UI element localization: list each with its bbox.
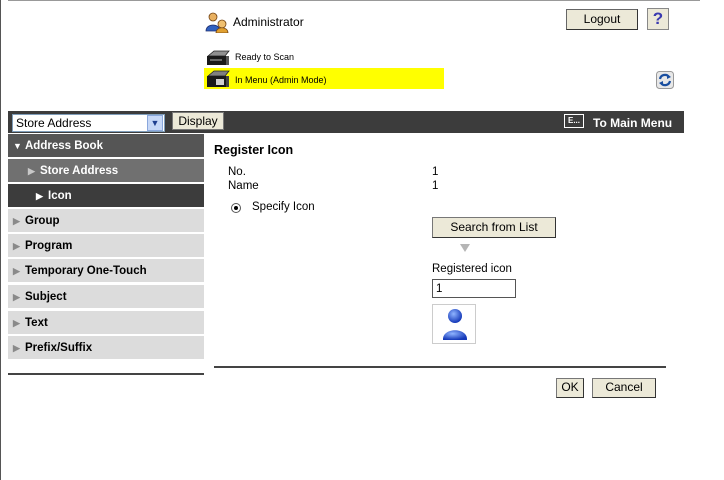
ok-button[interactable]: OK bbox=[556, 378, 584, 398]
sidebar-item-label: Text bbox=[25, 317, 48, 329]
sidebar-item-label: Subject bbox=[25, 291, 67, 303]
registered-icon-input[interactable] bbox=[432, 279, 516, 298]
sidebar-item-label: Address Book bbox=[25, 140, 103, 152]
sidebar-item-temporary-one-touch[interactable]: ▶ Temporary One-Touch bbox=[8, 259, 204, 283]
page-left-border bbox=[0, 0, 1, 480]
sidebar-item-label: Group bbox=[25, 215, 60, 227]
sidebar-item-label: Program bbox=[25, 240, 73, 252]
triangle-right-icon: ▶ bbox=[13, 216, 20, 226]
chevron-down-icon[interactable]: ▼ bbox=[147, 115, 163, 131]
sidebar-item-label: Store Address bbox=[40, 165, 119, 177]
triangle-right-icon: ▶ bbox=[13, 318, 20, 328]
triangle-right-icon: ▶ bbox=[13, 266, 20, 276]
sidebar-item-icon[interactable]: ▶ Icon bbox=[8, 184, 204, 208]
no-value: 1 bbox=[432, 166, 439, 178]
status-admin-text: In Menu (Admin Mode) bbox=[235, 75, 327, 85]
triangle-right-icon: ▶ bbox=[36, 191, 43, 201]
cancel-button[interactable]: Cancel bbox=[592, 378, 656, 398]
sidebar-item-subject[interactable]: ▶ Subject bbox=[8, 285, 204, 309]
sidebar-item-program[interactable]: ▶ Program bbox=[8, 234, 204, 258]
sidebar-divider bbox=[8, 373, 204, 375]
specify-icon-label: Specify Icon bbox=[252, 201, 315, 213]
sidebar-item-store-address[interactable]: ▶ Store Address bbox=[8, 159, 204, 183]
main-menu-icon[interactable]: E... bbox=[564, 114, 584, 128]
refresh-icon[interactable] bbox=[656, 71, 674, 89]
device-menu-icon bbox=[205, 69, 231, 89]
help-button[interactable]: ? bbox=[647, 8, 669, 30]
display-button[interactable]: Display bbox=[172, 112, 224, 130]
status-ready-text: Ready to Scan bbox=[235, 52, 295, 62]
sidebar-item-label: Prefix/Suffix bbox=[25, 342, 93, 354]
to-main-menu-link[interactable]: To Main Menu bbox=[593, 116, 672, 130]
person-icon bbox=[441, 307, 469, 341]
sidebar-item-label: Temporary One-Touch bbox=[25, 265, 147, 277]
triangle-right-icon: ▶ bbox=[13, 343, 20, 353]
no-label: No. bbox=[228, 166, 246, 178]
radio-selected-dot bbox=[234, 206, 238, 210]
triangle-down-icon: ▼ bbox=[13, 141, 22, 151]
triangle-right-icon: ▶ bbox=[28, 166, 35, 176]
arrow-down-icon bbox=[460, 244, 470, 252]
function-select[interactable]: Store Address bbox=[12, 114, 165, 132]
page-title: Register Icon bbox=[214, 143, 294, 157]
triangle-right-icon: ▶ bbox=[13, 241, 20, 251]
administrator-icon bbox=[205, 11, 229, 34]
logout-button[interactable]: Logout bbox=[566, 9, 638, 30]
search-from-list-button[interactable]: Search from List bbox=[432, 217, 556, 238]
registered-icon-label: Registered icon bbox=[432, 263, 512, 275]
name-label: Name bbox=[228, 180, 259, 192]
sidebar-item-label: Icon bbox=[48, 190, 72, 202]
name-value: 1 bbox=[432, 180, 439, 192]
triangle-right-icon: ▶ bbox=[13, 292, 20, 302]
content-divider bbox=[214, 366, 666, 368]
sidebar-item-prefix-suffix[interactable]: ▶ Prefix/Suffix bbox=[8, 336, 204, 360]
sidebar-item-text[interactable]: ▶ Text bbox=[8, 311, 204, 335]
sidebar-item-group[interactable]: ▶ Group bbox=[8, 209, 204, 233]
page-top-border bbox=[8, 0, 700, 1]
scanner-icon bbox=[205, 48, 231, 68]
sidebar-item-address-book[interactable]: ▼ Address Book bbox=[8, 134, 204, 158]
user-name: Administrator bbox=[233, 15, 304, 29]
